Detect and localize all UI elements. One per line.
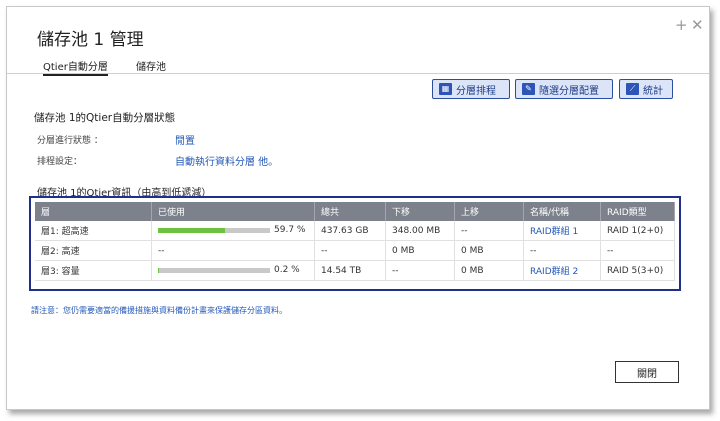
tier-cell: 層1: 超高速 <box>35 221 152 241</box>
used-cell: 0.2 % <box>151 260 315 281</box>
usage-bar-fill <box>158 227 225 233</box>
table-row: 層3: 容量 0.2 % 14.54 TB -- 0 MB RAID群組 2 R… <box>35 260 675 281</box>
up-cell: 0 MB <box>454 240 524 261</box>
table-row: 層2: 高速 -- -- 0 MB 0 MB -- -- <box>35 240 675 261</box>
down-cell: -- <box>385 260 455 281</box>
table-header-row: 層 已使用 總共 下移 上移 名稱/代稱 RAID類型 <box>35 202 675 221</box>
close-icon[interactable]: ✕ <box>691 16 704 34</box>
tier-table-highlight: 層 已使用 總共 下移 上移 名稱/代稱 RAID類型 層1: 超高速 59.7… <box>29 196 681 291</box>
used-cell: -- <box>151 240 315 261</box>
dialog-title: 儲存池 1 管理 <box>37 30 144 50</box>
tab-qtier[interactable]: Qtier自動分層 <box>43 58 108 76</box>
down-cell: 0 MB <box>385 240 455 261</box>
dialog-window: + ✕ 儲存池 1 管理 Qtier自動分層 儲存池 ▦ 分層排程 ✎ 隨選分層… <box>6 6 710 410</box>
tab-bar: Qtier自動分層 儲存池 <box>7 57 709 76</box>
raid-group-link[interactable]: RAID群組 2 <box>523 260 601 281</box>
chart-icon: ⟋ <box>626 83 639 95</box>
total-cell: 14.54 TB <box>314 260 386 281</box>
up-cell: 0 MB <box>454 260 524 281</box>
tier-schedule-button[interactable]: ▦ 分層排程 <box>432 79 510 99</box>
expand-icon[interactable]: + <box>675 16 688 34</box>
usage-percent: 0.2 % <box>274 265 300 276</box>
total-cell: -- <box>314 240 386 261</box>
statistics-button[interactable]: ⟋ 統計 <box>619 79 673 99</box>
tier-table: 層 已使用 總共 下移 上移 名稱/代稱 RAID類型 層1: 超高速 59.7… <box>35 202 675 281</box>
raid-group-link[interactable]: RAID群組 1 <box>523 221 601 241</box>
usage-bar <box>158 227 270 233</box>
col-used: 已使用 <box>151 202 315 221</box>
progress-status-value: 閒置 <box>175 136 195 147</box>
down-cell: 348.00 MB <box>385 221 455 241</box>
used-cell: 59.7 % <box>151 221 315 241</box>
edit-icon: ✎ <box>522 83 535 95</box>
schedule-setting-label: 排程設定： <box>37 157 83 167</box>
table-row: 層1: 超高速 59.7 % 437.63 GB 348.00 MB -- RA… <box>35 221 675 241</box>
col-move-up: 上移 <box>454 202 524 221</box>
col-move-down: 下移 <box>385 202 455 221</box>
close-button[interactable]: 關閉 <box>615 361 679 383</box>
raid-type-cell: RAID 1(2+0) <box>600 221 675 241</box>
col-name: 名稱/代稱 <box>523 202 601 221</box>
tier-cell: 層2: 高速 <box>35 240 152 261</box>
tier-cell: 層3: 容量 <box>35 260 152 281</box>
tab-storage-pool[interactable]: 儲存池 <box>136 58 166 73</box>
col-raid: RAID類型 <box>600 202 675 221</box>
tier-config-button[interactable]: ✎ 隨選分層配置 <box>515 79 613 99</box>
calendar-icon: ▦ <box>439 83 452 95</box>
up-cell: -- <box>454 221 524 241</box>
warning-note: 請注意：您仍需要適當的備援措施與資料備份計畫來保護儲存分區資料。 <box>31 306 287 315</box>
schedule-setting-link[interactable]: 自動執行資料分層 他。 <box>175 153 278 168</box>
usage-percent: 59.7 % <box>274 225 306 236</box>
col-tier: 層 <box>35 202 152 221</box>
progress-status-label: 分層進行狀態 ： <box>37 136 103 146</box>
name-cell: -- <box>523 240 601 261</box>
raid-type-cell: RAID 5(3+0) <box>600 260 675 281</box>
status-section-title: 儲存池 1的Qtier自動分層狀態 <box>34 112 176 124</box>
total-cell: 437.63 GB <box>314 221 386 241</box>
col-total: 總共 <box>314 202 386 221</box>
raid-type-cell: -- <box>600 240 675 261</box>
usage-bar <box>158 267 270 273</box>
